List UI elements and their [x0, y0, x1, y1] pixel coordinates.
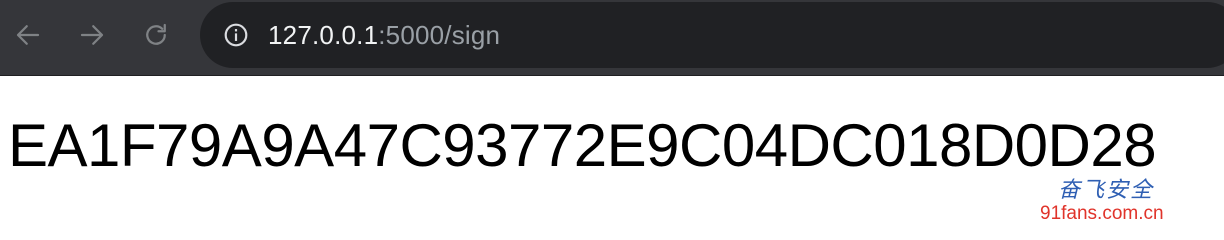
forward-button[interactable]	[72, 15, 112, 55]
watermark-site: 91fans.com.cn	[1040, 203, 1164, 224]
reload-icon	[146, 23, 166, 45]
url-path: :5000/sign	[378, 19, 501, 50]
info-circle-icon[interactable]	[222, 21, 250, 49]
url-host: 127.0.0.1	[268, 19, 379, 50]
address-bar[interactable]: 127.0.0.1:5000/sign	[200, 2, 1224, 68]
reload-button[interactable]	[136, 15, 176, 55]
page-content: EA1F79A9A47C93772E9C04DC018D0D28 奋飞安全 91…	[0, 77, 1224, 232]
arrow-right-icon	[80, 25, 104, 45]
arrow-left-icon	[16, 25, 40, 45]
sign-value-text: EA1F79A9A47C93772E9C04DC018D0D28	[8, 112, 1157, 179]
watermark-brand: 奋飞安全	[1058, 178, 1155, 203]
back-button[interactable]	[8, 15, 48, 55]
browser-toolbar: 127.0.0.1:5000/sign	[0, 0, 1224, 76]
url-text[interactable]: 127.0.0.1:5000/sign	[268, 20, 500, 51]
